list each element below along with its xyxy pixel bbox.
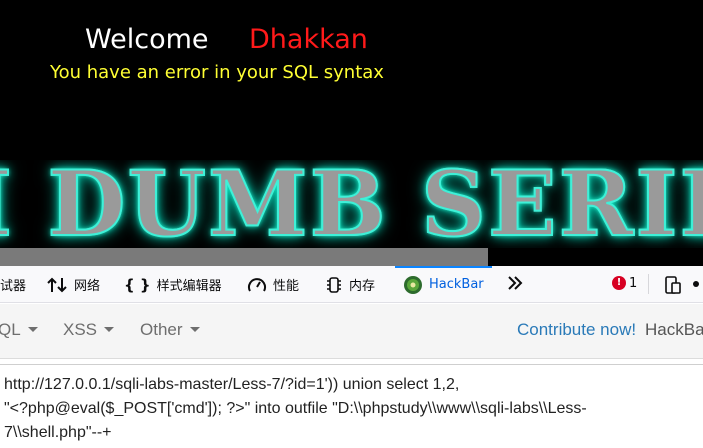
chevron-down-icon — [27, 327, 38, 332]
responsive-design-icon[interactable] — [662, 275, 682, 299]
hackbar-menu-bar: QL XSS Other Contribute now! HackBar — [0, 304, 703, 359]
dumb-series-banner: I DUMB SERIES — [0, 160, 703, 248]
braces-icon: { } — [124, 275, 151, 294]
sql-error-message: You have an error in your SQL syntax — [50, 62, 384, 83]
menu-other[interactable]: Other — [140, 320, 200, 340]
network-arrows-icon — [46, 276, 68, 294]
error-indicator-icon[interactable]: ! — [612, 276, 626, 290]
gauge-icon — [247, 276, 267, 294]
tab-debugger-label: 试器 — [0, 279, 27, 294]
tab-hackbar-label: HackBar — [429, 277, 484, 292]
tab-style-editor[interactable]: { } 样式编辑器 — [124, 266, 222, 303]
welcome-label: Welcome — [85, 24, 209, 55]
web-page-viewport: Welcome Dhakkan You have an error in you… — [0, 0, 703, 266]
error-count[interactable]: 1 — [629, 276, 637, 291]
devtools-toolbar: 试器 网络 { } 样式编辑器 性能 内存 HackBar — [0, 266, 703, 303]
menu-xss-label: XSS — [63, 320, 98, 339]
menu-xss[interactable]: XSS — [63, 320, 115, 340]
tab-memory-label: 内存 — [349, 279, 376, 294]
tab-performance[interactable]: 性能 — [247, 266, 299, 303]
banner-text: I DUMB SERIES — [0, 160, 703, 248]
menu-sql-label: QL — [0, 320, 21, 339]
horizontal-scrollbar[interactable] — [0, 248, 703, 266]
menu-other-label: Other — [140, 320, 183, 339]
hackbar-logo-icon — [403, 275, 423, 295]
double-chevron-right-icon — [506, 274, 524, 296]
tab-hackbar[interactable]: HackBar — [395, 266, 492, 303]
url-textarea[interactable]: http://127.0.0.1/sqli-labs-master/Less-7… — [4, 373, 694, 448]
memory-chip-icon — [325, 276, 343, 294]
tab-memory[interactable]: 内存 — [325, 266, 375, 303]
scrollbar-thumb[interactable] — [0, 248, 488, 266]
hackbar-brand-label: HackBar — [645, 320, 703, 339]
menu-sql[interactable]: QL — [0, 320, 38, 340]
tab-performance-label: 性能 — [273, 279, 300, 294]
kebab-menu-icon[interactable] — [693, 281, 699, 287]
tab-network[interactable]: 网络 — [46, 266, 100, 303]
contribute-link[interactable]: Contribute now! — [517, 320, 636, 340]
tab-debugger[interactable]: 试器 — [0, 266, 26, 303]
chevron-down-icon — [189, 327, 200, 332]
tab-network-label: 网络 — [74, 279, 101, 294]
username-label: Dhakkan — [249, 24, 368, 55]
chevron-down-icon — [104, 327, 115, 332]
overflow-tabs-button[interactable] — [506, 266, 524, 303]
toolbar-divider — [648, 274, 649, 294]
tab-style-editor-label: 样式编辑器 — [156, 279, 222, 294]
url-textarea-container: http://127.0.0.1/sqli-labs-master/Less-7… — [0, 364, 703, 448]
